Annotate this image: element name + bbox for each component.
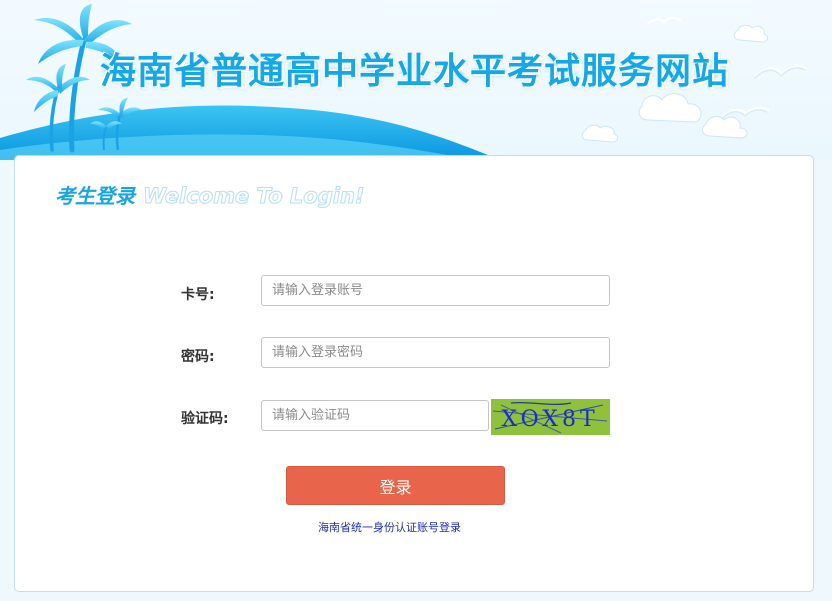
- captcha-input[interactable]: [261, 400, 489, 431]
- login-heading: 考生登录 Welcome To Login!: [55, 180, 365, 209]
- login-card: 考生登录 Welcome To Login! 卡号: 密码: 验证码: XOX8T…: [14, 155, 814, 592]
- login-heading-en: Welcome To Login!: [143, 184, 365, 209]
- captcha-image[interactable]: XOX8T: [491, 399, 610, 435]
- card-number-input[interactable]: [261, 275, 610, 306]
- card-number-label: 卡号:: [181, 287, 215, 303]
- site-title: 海南省普通高中学业水平考试服务网站: [100, 51, 730, 92]
- login-button[interactable]: 登录: [286, 466, 505, 505]
- password-label: 密码:: [181, 349, 215, 365]
- unified-id-login-link[interactable]: 海南省统一身份认证账号登录: [318, 519, 461, 535]
- captcha-text: XOX8T: [501, 407, 598, 432]
- captcha-label: 验证码:: [181, 411, 229, 427]
- login-heading-zh: 考生登录: [55, 184, 135, 208]
- password-input[interactable]: [261, 337, 610, 368]
- header-banner: 海南省普通高中学业水平考试服务网站 海南省普通高中学业水平考试服务网站: [0, 0, 832, 160]
